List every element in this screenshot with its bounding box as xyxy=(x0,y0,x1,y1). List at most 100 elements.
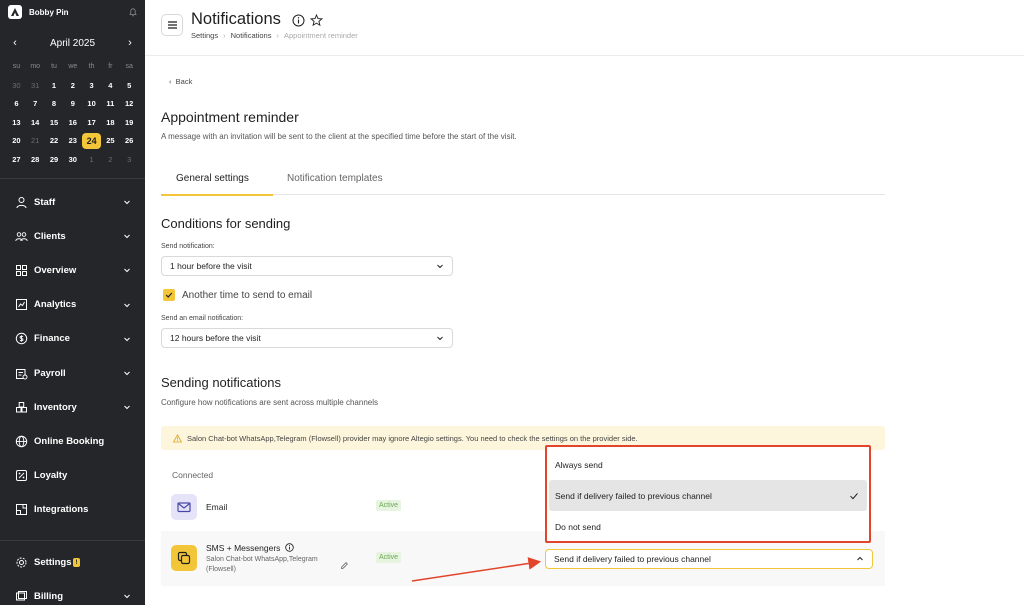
messenger-icon xyxy=(171,545,197,571)
calendar-day[interactable]: 19 xyxy=(120,115,139,131)
calendar-day[interactable]: 1 xyxy=(45,78,64,94)
calendar-day[interactable]: 2 xyxy=(63,78,82,94)
sidebar-nav: Staff Clients Overview Analytics Finance Payr… xyxy=(0,185,145,527)
info-icon[interactable] xyxy=(292,14,305,27)
tab-general-settings[interactable]: General settings xyxy=(176,173,249,184)
sidebar-item-integrations[interactable]: Integrations xyxy=(0,493,145,527)
billing-icon xyxy=(16,590,27,601)
calendar-day[interactable]: 10 xyxy=(82,96,101,112)
dropdown-option-do-not-send[interactable]: Do not send xyxy=(549,511,867,542)
breadcrumb: Settings › Notifications › Appointment r… xyxy=(191,31,358,40)
calendar-day[interactable]: 24 xyxy=(82,133,101,150)
menu-button[interactable] xyxy=(161,14,183,36)
breadcrumb-item[interactable]: Notifications xyxy=(231,31,272,40)
calendar-day[interactable]: 1 xyxy=(82,152,101,168)
calendar-day[interactable]: 25 xyxy=(101,133,120,149)
sidebar-item-label: Loyalty xyxy=(34,470,68,482)
weekday-label: fr xyxy=(108,63,113,71)
calendar-day[interactable]: 13 xyxy=(7,115,26,131)
sidebar-item-loyalty[interactable]: Loyalty xyxy=(0,459,145,493)
chevron-down-icon xyxy=(124,594,130,599)
chevron-down-icon xyxy=(124,200,130,205)
tab-notification-templates[interactable]: Notification templates xyxy=(287,173,383,184)
calendar-day[interactable]: 23 xyxy=(63,133,82,149)
calendar-day[interactable]: 8 xyxy=(45,96,64,112)
sidebar-item-label: Payroll xyxy=(34,367,66,379)
chevron-down-icon xyxy=(124,269,130,273)
calendar-day[interactable]: 30 xyxy=(63,152,82,168)
weekday-label: we xyxy=(68,63,78,71)
calendar-day[interactable]: 20 xyxy=(7,133,26,149)
info-icon[interactable] xyxy=(285,543,294,552)
calendar-day[interactable]: 2 xyxy=(101,152,120,168)
warning-icon xyxy=(173,433,182,442)
logo-icon[interactable] xyxy=(8,5,22,19)
chevron-down-icon xyxy=(124,371,130,376)
pencil-icon[interactable] xyxy=(340,561,349,570)
calendar-day[interactable]: 6 xyxy=(7,96,26,112)
sidebar-item-inventory[interactable]: Inventory xyxy=(0,390,145,424)
calendar-weekdays: su mo tu we th fr sa xyxy=(7,58,139,77)
calendar-day[interactable]: 17 xyxy=(82,115,101,131)
dropdown-option-always-send[interactable]: Always send xyxy=(549,449,867,480)
calendar-day[interactable]: 28 xyxy=(26,152,45,168)
calendar-day[interactable]: 15 xyxy=(45,115,64,131)
calendar-day[interactable]: 14 xyxy=(26,115,45,131)
user-name[interactable]: Bobby Pin xyxy=(29,8,128,17)
calendar-day[interactable]: 5 xyxy=(120,78,139,94)
calendar-day[interactable]: 3 xyxy=(120,152,139,168)
email-notification-select[interactable]: 12 hours before the visit xyxy=(161,328,453,348)
sending-heading: Sending notifications xyxy=(161,375,281,390)
star-icon[interactable] xyxy=(310,14,323,27)
bell-icon[interactable] xyxy=(128,7,138,17)
check-icon xyxy=(165,292,173,298)
back-link[interactable]: ‹ Back xyxy=(169,77,192,86)
sidebar-item-label: Clients xyxy=(34,230,66,242)
sidebar-item-payroll[interactable]: Payroll xyxy=(0,356,145,390)
dropdown-option-send-if-failed[interactable]: Send if delivery failed to previous chan… xyxy=(549,480,867,511)
calendar-day[interactable]: 18 xyxy=(101,115,120,131)
calendar-day[interactable]: 31 xyxy=(26,78,45,94)
weekday-label: th xyxy=(88,63,95,71)
email-notification-label: Send an email notification: xyxy=(161,315,244,322)
sidebar-item-label: Finance xyxy=(34,333,70,345)
weekday-label: mo xyxy=(30,63,41,71)
calendar-day[interactable]: 29 xyxy=(45,152,64,168)
calendar-day[interactable]: 30 xyxy=(7,78,26,94)
calendar: su mo tu we th fr sa 30 31 1 2 3 4 5 6 7 8 9 10 11 12 13 14 15 1… xyxy=(7,58,139,169)
sidebar-item-settings[interactable]: Settings! xyxy=(0,545,145,579)
next-month-button[interactable]: › xyxy=(124,37,136,49)
calendar-day[interactable]: 3 xyxy=(82,78,101,94)
sidebar-divider xyxy=(0,540,145,541)
tab-bar: General settings Notification templates xyxy=(161,160,885,196)
sidebar-item-clients[interactable]: Clients xyxy=(0,219,145,253)
sidebar-item-staff[interactable]: Staff xyxy=(0,185,145,219)
sidebar-item-billing[interactable]: Billing xyxy=(0,579,145,613)
chart-icon xyxy=(16,299,27,311)
calendar-day[interactable]: 16 xyxy=(63,115,82,131)
email-time-checkbox-row[interactable]: Another time to send to email xyxy=(163,289,312,301)
sidebar-item-label: Settings xyxy=(34,556,72,568)
send-notification-select[interactable]: 1 hour before the visit xyxy=(161,256,453,276)
dollar-icon xyxy=(15,333,28,345)
sidebar-item-overview[interactable]: Overview xyxy=(0,253,145,287)
calendar-day[interactable]: 7 xyxy=(26,96,45,112)
calendar-day[interactable]: 4 xyxy=(101,78,120,94)
delivery-mode-select[interactable]: Send if delivery failed to previous chan… xyxy=(545,549,873,569)
sidebar-item-analytics[interactable]: Analytics xyxy=(0,288,145,322)
calendar-week: 6 7 8 9 10 11 12 xyxy=(7,95,139,114)
calendar-day[interactable]: 27 xyxy=(7,152,26,168)
calendar-day[interactable]: 22 xyxy=(45,133,64,149)
calendar-day[interactable]: 12 xyxy=(120,96,139,112)
page-title: Notifications xyxy=(191,10,281,28)
calendar-day[interactable]: 11 xyxy=(101,96,120,112)
email-time-checkbox[interactable] xyxy=(163,289,175,301)
prev-month-button[interactable]: ‹ xyxy=(9,37,21,49)
calendar-day[interactable]: 26 xyxy=(120,133,139,149)
sidebar-item-online-booking[interactable]: Online Booking xyxy=(0,424,145,458)
check-icon xyxy=(850,492,858,499)
sidebar-item-finance[interactable]: Finance xyxy=(0,322,145,356)
breadcrumb-item[interactable]: Settings xyxy=(191,31,218,40)
calendar-day[interactable]: 9 xyxy=(63,96,82,112)
calendar-day[interactable]: 21 xyxy=(26,133,45,149)
